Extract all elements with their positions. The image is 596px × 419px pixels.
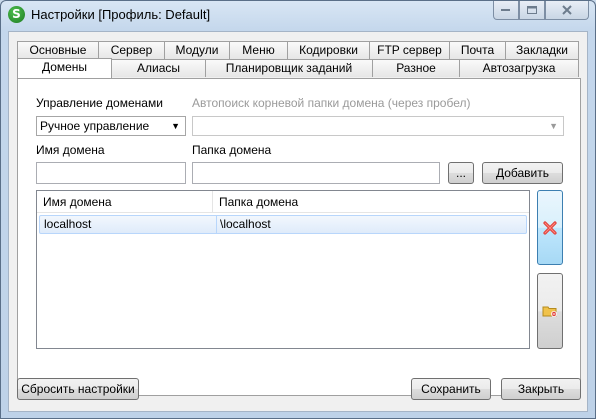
- tab-server[interactable]: Сервер: [98, 41, 165, 59]
- dropdown-arrow-icon: ▼: [549, 121, 558, 131]
- domain-folder-cell: \localhost: [220, 217, 271, 231]
- tab-misc[interactable]: Разное: [372, 59, 460, 77]
- tab-modules[interactable]: Модули: [164, 41, 230, 59]
- delete-domain-button[interactable]: [537, 190, 563, 265]
- reset-settings-button[interactable]: Сбросить настройки: [17, 378, 139, 400]
- maximize-button[interactable]: [519, 1, 545, 20]
- delete-icon: [543, 220, 557, 235]
- close-button[interactable]: Закрыть: [501, 378, 581, 400]
- tab-bookmarks[interactable]: Закладки: [505, 41, 579, 59]
- tab-encodings[interactable]: Кодировки: [287, 41, 370, 59]
- minimize-button[interactable]: [493, 1, 519, 20]
- app-logo-icon: S: [8, 6, 25, 23]
- domain-name-cell: localhost: [44, 217, 92, 231]
- dropdown-arrow-icon: ▼: [171, 121, 180, 131]
- dialog-client-area: Основные Сервер Модули Меню Кодировки FT…: [8, 31, 588, 412]
- minimize-icon: [501, 9, 510, 11]
- close-window-button[interactable]: [545, 1, 589, 20]
- maximize-icon: [526, 5, 537, 14]
- add-domain-button[interactable]: Добавить: [482, 162, 563, 184]
- domain-folder-input[interactable]: [192, 162, 440, 184]
- autosearch-label: Автопоиск корневой папки домена (через п…: [192, 96, 471, 110]
- column-header-domain-name[interactable]: Имя домена: [37, 191, 213, 213]
- save-button[interactable]: Сохранить: [411, 378, 491, 400]
- domain-folder-label: Папка домена: [192, 143, 272, 157]
- domains-tab-panel: Управление доменами Автопоиск корневой п…: [17, 78, 581, 396]
- domains-table[interactable]: Имя домена Папка домена localhost \local…: [36, 190, 530, 349]
- folder-icon: [542, 306, 557, 317]
- open-folder-button[interactable]: [537, 273, 563, 349]
- tab-ftp-server[interactable]: FTP сервер: [369, 41, 450, 59]
- column-header-domain-folder[interactable]: Папка домена: [213, 191, 529, 213]
- tab-row-1: Основные Сервер Модули Меню Кодировки FT…: [17, 41, 579, 59]
- domain-management-label: Управление доменами: [36, 96, 163, 110]
- tab-domains[interactable]: Домены: [17, 58, 112, 78]
- tab-mail[interactable]: Почта: [449, 41, 506, 59]
- domain-management-value: Ручное управление: [40, 119, 150, 133]
- tab-autostart[interactable]: Автозагрузка: [459, 59, 579, 77]
- autosearch-select[interactable]: ▼: [192, 116, 564, 136]
- tab-osnovnye[interactable]: Основные: [17, 41, 99, 59]
- domain-name-label: Имя домена: [36, 143, 105, 157]
- tab-menu[interactable]: Меню: [229, 41, 288, 59]
- tab-row-2: Домены Алиасы Планировщик заданий Разное…: [17, 58, 579, 78]
- window-title: Настройки [Профиль: Default]: [31, 7, 211, 22]
- title-bar[interactable]: S Настройки [Профиль: Default]: [1, 1, 595, 29]
- tab-aliases[interactable]: Алиасы: [111, 59, 206, 77]
- settings-window: S Настройки [Профиль: Default] Основные …: [0, 0, 596, 419]
- table-row[interactable]: localhost \localhost: [39, 215, 527, 234]
- caption-buttons: [493, 1, 589, 21]
- table-header: Имя домена Папка домена: [37, 191, 529, 213]
- domain-management-select[interactable]: Ручное управление ▼: [36, 116, 186, 136]
- domain-name-input[interactable]: [36, 162, 186, 184]
- tab-scheduler[interactable]: Планировщик заданий: [205, 59, 373, 77]
- close-icon: [562, 5, 572, 15]
- column-divider: [216, 216, 217, 233]
- browse-folder-button[interactable]: ...: [448, 162, 474, 184]
